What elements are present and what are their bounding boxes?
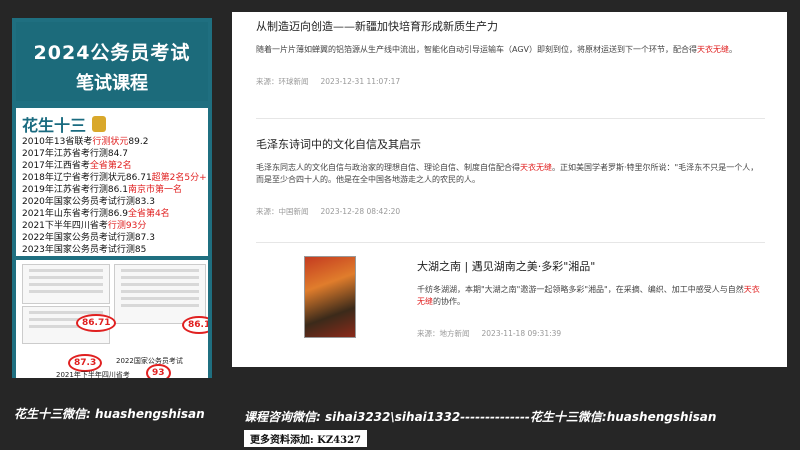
promo-header: 2024公务员考试 笔试课程	[16, 22, 208, 101]
article-item[interactable]: 大湖之南 | 遇见湖南之美·多彩"湘品" 千纺冬湖湖，本期"大湖之南"邀游一起领…	[417, 260, 765, 339]
article-summary: 毛泽东同志人的文化自信与政治家的理想自信、理论自信、制度自信配合得天衣无缝。正如…	[256, 163, 759, 184]
tutor-record: 2022年国家公务员考试行测87.3	[22, 233, 155, 243]
tutor-record: 2020年国家公务员考试行测83.3	[22, 197, 155, 207]
tutor-name: 花生十三	[22, 116, 87, 135]
tutor-record: 2010年13省联考行测状元89.2	[22, 137, 149, 147]
tutor-record: 2021下半年四川省考行测93分	[22, 221, 147, 231]
tutor-record: 2018年辽宁省考行测状元86.71超第2名5分+	[22, 173, 207, 183]
article-source: 来源：地方新闻	[417, 329, 470, 338]
course-contact: 课程咨询微信: sihai3232\sihai1332-------------…	[244, 410, 717, 424]
score-certificates-image: 86.71 86.1 87.3 2022国家公务员考试 93 2021年下半年四…	[16, 260, 208, 378]
article-title[interactable]: 从制造迈向创造——新疆加快培育形成新质生产力	[256, 20, 765, 34]
article-title[interactable]: 大湖之南 | 遇见湖南之美·多彩"湘品"	[417, 260, 765, 274]
promo-title: 2024公务员考试	[33, 42, 191, 64]
article-item[interactable]: 毛泽东诗词中的文化自信及其启示 毛泽东同志人的文化自信与政治家的理想自信、理论自…	[256, 138, 765, 217]
divider	[256, 118, 765, 119]
certificate-doc	[22, 264, 110, 304]
more-materials-banner: 更多资料添加: KZ4327	[244, 430, 367, 447]
article-summary: 千纺冬湖湖，本期"大湖之南"邀游一起领略多彩"湘品"，在采摘、编织、加工中感受人…	[417, 285, 760, 306]
medal-icon	[92, 116, 107, 132]
article-list: 从制造迈向创造——新疆加快培育形成新质生产力 随着一片片薄如蝉翼的铝箔源从生产线…	[232, 12, 787, 367]
divider	[256, 242, 765, 243]
article-date: 2023-11-18 09:31:39	[481, 329, 562, 338]
score-861: 86.1	[182, 316, 208, 334]
article-source: 来源：环球新闻	[256, 77, 309, 86]
promo-subtitle: 笔试课程	[76, 73, 148, 94]
tutor-record: 2017年江苏省考行测84.7	[22, 149, 128, 159]
promo-panel: 2024公务员考试 笔试课程 花生十三 2010年13省联考行测状元89.2 20…	[12, 18, 212, 378]
article-summary: 随着一片片薄如蝉翼的铝箔源从生产线中流出，智能化自动引导运输车（AGV）即刻到位…	[256, 45, 737, 54]
tutor-card: 花生十三 2010年13省联考行测状元89.2 2017年江苏省考行测84.7 20…	[16, 108, 208, 256]
article-date: 2023-12-31 11:07:17	[320, 77, 401, 86]
tutor-record: 2021年山东省考行测86.9全省第4名	[22, 209, 170, 219]
image-label-2022: 2022国家公务员考试	[116, 357, 183, 365]
tutor-record: 2023年国家公务员考试行测85	[22, 245, 147, 255]
article-source: 来源：中国新闻	[256, 207, 309, 216]
tutor-record: 2017年江西省考全省第2名	[22, 161, 132, 171]
article-date: 2023-12-28 08:42:20	[320, 207, 401, 216]
tutor-row: 花生十三	[22, 112, 202, 136]
image-label-2021: 2021年下半年四川省考	[56, 371, 130, 378]
article-meta: 来源：中国新闻 2023-12-28 08:42:20	[256, 206, 765, 217]
score-8671: 86.71	[76, 314, 117, 332]
tutor-record: 2019年江苏省考行测86.1南京市第一名	[22, 185, 182, 195]
certificate-doc	[114, 264, 206, 324]
article-meta: 来源：环球新闻 2023-12-31 11:07:17	[256, 76, 765, 87]
tutor-records: 2010年13省联考行测状元89.2 2017年江苏省考行测84.7 2017年江西…	[22, 136, 207, 256]
article-meta: 来源：地方新闻 2023-11-18 09:31:39	[417, 328, 765, 339]
article-thumbnail[interactable]	[304, 256, 356, 338]
tutor-wechat: 花生十三微信: huashengshisan	[14, 407, 205, 421]
score-93: 93	[146, 364, 171, 378]
article-item[interactable]: 从制造迈向创造——新疆加快培育形成新质生产力 随着一片片薄如蝉翼的铝箔源从生产线…	[256, 20, 765, 87]
article-title[interactable]: 毛泽东诗词中的文化自信及其启示	[256, 138, 765, 152]
